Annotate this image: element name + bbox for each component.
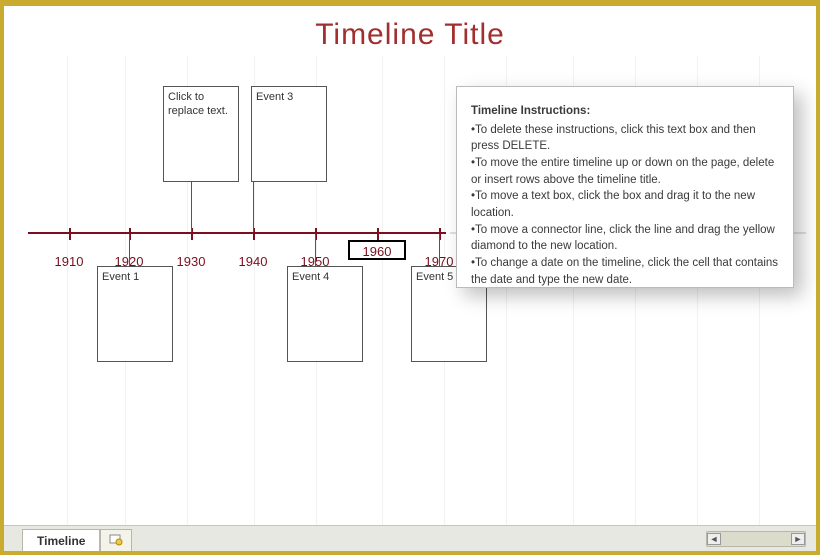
connector-line[interactable] xyxy=(315,234,316,266)
sheet-tab-timeline[interactable]: Timeline xyxy=(22,529,100,551)
instructions-bullet: •To delete these instructions, click thi… xyxy=(471,122,779,155)
year-label[interactable]: 1930 xyxy=(177,254,206,269)
scroll-left-icon[interactable]: ◄ xyxy=(707,533,721,545)
timeline-axis: 1910 1920 1930 1940 1950 1970 xyxy=(28,232,446,234)
new-sheet-button[interactable] xyxy=(100,529,132,551)
connector-line[interactable] xyxy=(439,234,440,266)
event-box[interactable]: Event 4 xyxy=(287,266,363,362)
sheet-tab-strip: Timeline ◄ ► xyxy=(4,525,816,551)
instructions-bullet: •To change a date on the timeline, click… xyxy=(471,255,779,288)
connector-line[interactable] xyxy=(191,182,192,232)
active-cell[interactable]: 1960 xyxy=(348,240,406,260)
year-label: 1960 xyxy=(363,244,392,259)
page-title[interactable]: Timeline Title xyxy=(4,18,816,52)
instructions-bullet: •To move a connector line, click the lin… xyxy=(471,222,779,255)
connector-line[interactable] xyxy=(253,182,254,232)
event-text: Click to replace text. xyxy=(168,91,228,117)
worksheet[interactable]: Timeline Title 1910 1920 1930 1940 1950 … xyxy=(4,6,816,525)
instructions-heading: Timeline Instructions: xyxy=(471,103,779,120)
event-text: Event 3 xyxy=(256,91,293,103)
event-text: Event 5 xyxy=(416,271,453,283)
event-text: Event 4 xyxy=(292,271,329,283)
horizontal-scrollbar[interactable]: ◄ ► xyxy=(706,531,806,547)
year-label[interactable]: 1940 xyxy=(239,254,268,269)
sheet-tab-label: Timeline xyxy=(37,534,85,548)
connector-line[interactable] xyxy=(129,234,130,266)
instructions-box[interactable]: Timeline Instructions: •To delete these … xyxy=(456,86,794,288)
instructions-bullet: •To move a text box, click the box and d… xyxy=(471,188,779,221)
instructions-bullet: •To move the entire timeline up or down … xyxy=(471,155,779,188)
new-sheet-icon xyxy=(109,534,123,546)
year-label[interactable]: 1910 xyxy=(55,254,84,269)
event-text: Event 1 xyxy=(102,271,139,283)
scroll-right-icon[interactable]: ► xyxy=(791,533,805,545)
event-box[interactable]: Event 3 xyxy=(251,86,327,182)
event-box[interactable]: Click to replace text. xyxy=(163,86,239,182)
event-box[interactable]: Event 1 xyxy=(97,266,173,362)
app-frame: Timeline Title 1910 1920 1930 1940 1950 … xyxy=(0,0,820,555)
